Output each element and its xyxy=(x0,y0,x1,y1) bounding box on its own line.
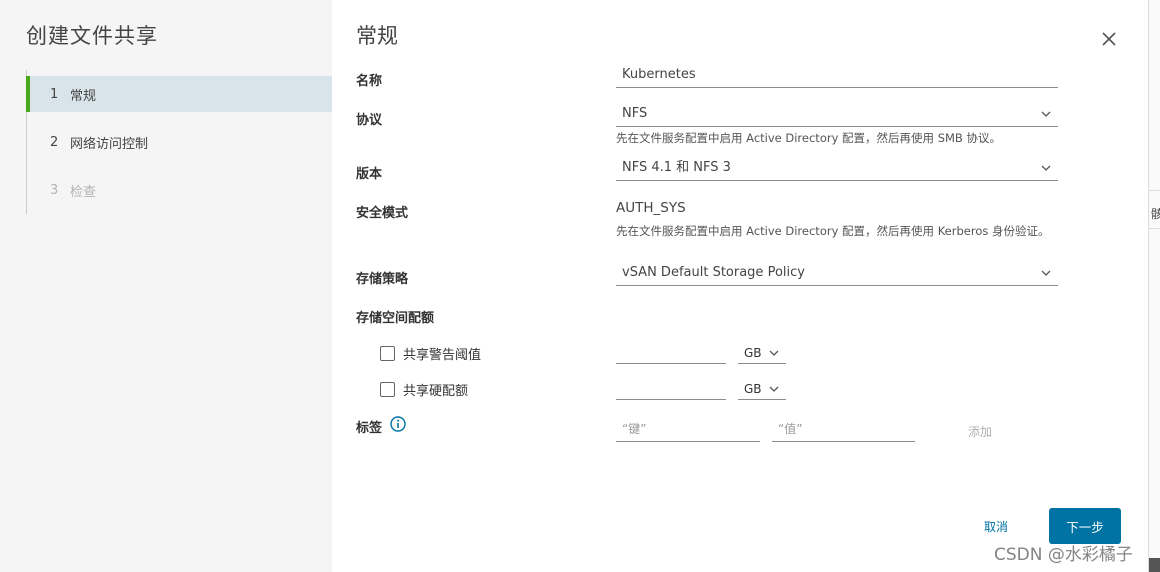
hard-quota-checkbox[interactable] xyxy=(380,382,395,397)
step-label: 网络访问控制 xyxy=(70,136,149,152)
warning-threshold-label: 共享警告阈值 xyxy=(403,348,482,363)
wizard-main: 常规 名称 Kubernetes 协议 NFS 先在文件服务配置中启用 Acti… xyxy=(332,0,1148,572)
security-label: 安全模式 xyxy=(356,206,409,221)
quota-label: 存储空间配额 xyxy=(356,311,435,326)
tag-key-placeholder: “键” xyxy=(622,422,647,436)
warning-threshold-checkbox[interactable] xyxy=(380,346,395,361)
warning-unit-select[interactable]: GB xyxy=(738,342,786,364)
hard-quota-label: 共享硬配额 xyxy=(403,384,469,399)
section-title: 常规 xyxy=(356,24,398,48)
version-select[interactable]: NFS 4.1 和 NFS 3 xyxy=(616,157,1058,181)
hard-unit-value: GB xyxy=(744,382,762,396)
divider xyxy=(1149,190,1160,191)
warning-unit-value: GB xyxy=(744,346,762,360)
hard-quota-row: 共享硬配额 xyxy=(380,380,468,399)
watermark: CSDN @水彩橘子 xyxy=(994,545,1133,565)
protocol-label: 协议 xyxy=(356,113,383,128)
storage-policy-value: vSAN Default Storage Policy xyxy=(622,265,805,280)
wizard-nav: 创建文件共享 1 常规 2 网络访问控制 3 检查 xyxy=(0,0,332,572)
next-button[interactable]: 下一步 xyxy=(1049,508,1121,544)
security-hint: 先在文件服务配置中启用 Active Directory 配置，然后再使用 Ke… xyxy=(616,224,1050,238)
edge-bottom-bar xyxy=(1149,558,1160,572)
cancel-button[interactable]: 取消 xyxy=(984,518,1008,535)
chevron-down-icon xyxy=(1041,111,1051,117)
hard-quota-input[interactable] xyxy=(616,378,726,400)
tag-value-input[interactable]: “值” xyxy=(772,418,915,442)
tag-value-placeholder: “值” xyxy=(778,422,803,436)
name-value: Kubernetes xyxy=(622,67,696,82)
version-value: NFS 4.1 和 NFS 3 xyxy=(622,160,731,175)
background-page-edge: 骸 xyxy=(1148,0,1160,572)
protocol-hint: 先在文件服务配置中启用 Active Directory 配置，然后再使用 SM… xyxy=(616,131,1001,145)
info-icon[interactable] xyxy=(390,416,406,432)
wizard-title: 创建文件共享 xyxy=(26,24,158,48)
protocol-select[interactable]: NFS xyxy=(616,103,1058,127)
step-general[interactable]: 1 常规 xyxy=(26,76,332,112)
warning-threshold-row: 共享警告阈值 xyxy=(380,344,481,363)
chevron-down-icon xyxy=(1041,270,1051,276)
security-value: AUTH_SYS xyxy=(616,200,686,216)
name-label: 名称 xyxy=(356,74,383,89)
chevron-down-icon xyxy=(769,350,779,356)
hard-unit-select[interactable]: GB xyxy=(738,378,786,400)
version-label: 版本 xyxy=(356,167,383,182)
add-tag-button[interactable]: 添加 xyxy=(968,423,992,440)
step-number: 1 xyxy=(50,86,59,102)
step-review: 3 检查 xyxy=(26,172,332,208)
chevron-down-icon xyxy=(1041,165,1051,171)
step-network-access[interactable]: 2 网络访问控制 xyxy=(26,124,332,160)
step-number: 2 xyxy=(50,134,59,150)
protocol-value: NFS xyxy=(622,106,648,121)
divider xyxy=(1149,228,1160,229)
edge-glyph: 骸 xyxy=(1151,207,1160,221)
step-number: 3 xyxy=(50,182,59,198)
tag-key-input[interactable]: “键” xyxy=(616,418,760,442)
tags-label: 标签 xyxy=(356,421,383,436)
warning-threshold-input[interactable] xyxy=(616,342,726,364)
storage-policy-select[interactable]: vSAN Default Storage Policy xyxy=(616,262,1058,286)
step-label: 常规 xyxy=(70,88,97,104)
chevron-down-icon xyxy=(769,386,779,392)
close-icon[interactable] xyxy=(1098,28,1120,50)
storage-policy-label: 存储策略 xyxy=(356,272,409,287)
name-input[interactable]: Kubernetes xyxy=(616,64,1058,88)
step-label: 检查 xyxy=(70,184,97,200)
